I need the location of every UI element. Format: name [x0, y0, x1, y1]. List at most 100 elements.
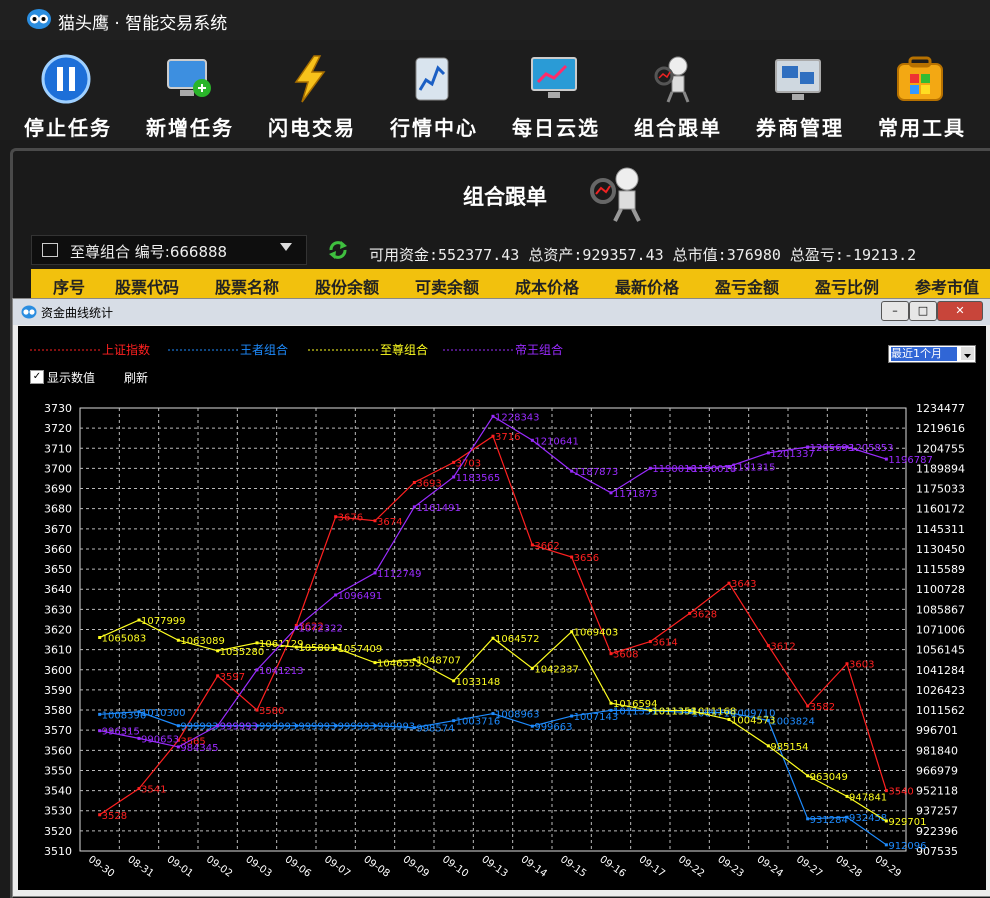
- show-values-checkbox[interactable]: ✓: [30, 370, 44, 384]
- y-left-tick-label: 3720: [44, 422, 72, 435]
- y-right-tick-label: 952118: [916, 785, 958, 798]
- chevron-down-icon: [961, 347, 974, 360]
- y-right-tick-label: 1160172: [916, 503, 965, 516]
- data-label: 912096: [888, 841, 926, 852]
- close-button[interactable]: ✕: [937, 301, 983, 321]
- add-monitor-icon: [167, 59, 211, 97]
- market-center-button[interactable]: 行情中心: [378, 50, 490, 140]
- column-header[interactable]: 盈亏金额: [715, 274, 779, 298]
- x-tick-label: 09-16: [597, 854, 627, 880]
- x-tick-label: 09-02: [204, 854, 234, 880]
- y-right-tick-label: 1175033: [916, 483, 965, 496]
- column-header[interactable]: 盈亏比例: [815, 274, 879, 298]
- x-tick-label: 09-06: [283, 854, 313, 880]
- maximize-button[interactable]: □: [909, 301, 937, 321]
- data-label: 932458: [849, 813, 887, 824]
- data-label: 3528: [102, 811, 127, 822]
- follow-figure-icon: [590, 167, 641, 222]
- data-label: 1064572: [495, 634, 540, 645]
- x-tick-label: 09-14: [519, 854, 549, 880]
- y-right-tick-label: 966979: [916, 764, 958, 777]
- y-right-tick-label: 1219616: [916, 422, 965, 435]
- stop-task-button[interactable]: 停止任务: [12, 50, 124, 140]
- column-header[interactable]: 序号: [53, 274, 85, 298]
- data-label: 999993: [338, 722, 376, 733]
- data-label: 3612: [770, 642, 795, 653]
- y-right-tick-label: 981840: [916, 744, 958, 757]
- column-header[interactable]: 股票名称: [215, 274, 279, 298]
- app-title: 猫头鹰 · 智能交易系统: [58, 14, 228, 34]
- add-task-button[interactable]: 新增任务: [134, 50, 246, 140]
- data-label: 1048707: [416, 656, 461, 667]
- data-label: 963049: [810, 772, 848, 783]
- data-label: 3643: [731, 579, 756, 590]
- data-label: 1196787: [888, 455, 933, 466]
- column-header[interactable]: 参考市值: [915, 274, 979, 298]
- data-label: 1183565: [456, 473, 501, 484]
- legend-label: 上证指数: [102, 342, 150, 357]
- y-left-tick-label: 3520: [44, 825, 72, 838]
- portfolio-select[interactable]: 至尊组合 编号:666888: [31, 235, 307, 265]
- equity-curve-chart: 3730 1234477 3720 1219616 3710 1204755 3700 118…: [30, 342, 965, 880]
- y-left-tick-label: 3680: [44, 503, 72, 516]
- column-header[interactable]: 最新价格: [615, 274, 679, 298]
- minimize-button[interactable]: –: [881, 301, 909, 321]
- data-label: 1190018: [652, 464, 697, 475]
- column-header[interactable]: 股票代码: [115, 274, 179, 298]
- y-left-tick-label: 3650: [44, 563, 72, 576]
- data-label: 3676: [338, 513, 363, 524]
- x-tick-label: 09-15: [558, 854, 588, 880]
- dialog-titlebar[interactable]: 资金曲线统计 – □ ✕: [13, 299, 990, 325]
- x-tick-label: 09-03: [243, 854, 273, 880]
- market-center-label: 行情中心: [390, 116, 478, 140]
- list-icon: [42, 243, 58, 257]
- column-header[interactable]: 可卖余额: [415, 274, 479, 298]
- x-tick-label: 09-13: [479, 854, 509, 880]
- data-label: 1096491: [338, 591, 383, 602]
- y-left-tick-label: 3590: [44, 684, 72, 697]
- flash-trade-button[interactable]: 闪电交易: [256, 50, 368, 140]
- broker-management-button[interactable]: 券商管理: [744, 50, 856, 140]
- column-header[interactable]: 股份余额: [315, 274, 379, 298]
- data-label: 1069403: [574, 628, 619, 639]
- x-tick-label: 09-08: [361, 854, 391, 880]
- y-left-tick-label: 3660: [44, 543, 72, 556]
- data-label: 1228343: [495, 412, 540, 423]
- column-header[interactable]: 成本价格: [515, 274, 579, 298]
- data-label: 1065083: [102, 634, 147, 645]
- y-right-tick-label: 1011562: [916, 704, 965, 717]
- data-label: 3608: [613, 650, 638, 661]
- y-left-tick-label: 3610: [44, 644, 72, 657]
- broker-screen-icon: [775, 59, 821, 100]
- daily-cloud-pick-button[interactable]: 每日云选: [500, 50, 612, 140]
- data-label: 1191315: [731, 462, 776, 473]
- portfolio-follow-label: 组合跟单: [634, 116, 722, 140]
- data-label: 1205693: [810, 443, 855, 454]
- y-right-tick-label: 1204755: [916, 442, 965, 455]
- x-tick-label: 09-22: [676, 854, 706, 880]
- series-line: [99, 435, 887, 816]
- data-label: 3674: [377, 517, 402, 528]
- data-label: 1010300: [141, 708, 186, 719]
- data-label: 3628: [692, 609, 717, 620]
- common-tools-button[interactable]: 常用工具: [866, 50, 978, 140]
- data-label: 1007143: [574, 712, 619, 723]
- owl-logo-icon: [21, 305, 37, 319]
- refresh-link[interactable]: 刷新: [124, 369, 148, 386]
- data-label: 1033148: [456, 677, 501, 688]
- data-label: 999993: [180, 722, 218, 733]
- data-label: 1077999: [141, 616, 186, 627]
- range-select[interactable]: 最近1个月: [888, 345, 976, 363]
- refresh-icon[interactable]: [327, 239, 349, 261]
- data-label: 931284: [810, 815, 848, 826]
- y-right-tick-label: 1115589: [916, 563, 965, 576]
- x-tick-label: 09-17: [637, 854, 667, 880]
- data-label: 1003716: [456, 717, 501, 728]
- data-label: 996315: [102, 727, 140, 738]
- portfolio-follow-button[interactable]: 组合跟单: [622, 50, 734, 140]
- data-label: 1072322: [298, 624, 343, 635]
- data-label: 3603: [849, 660, 874, 671]
- data-label: 984345: [180, 743, 218, 754]
- data-label: 999993: [298, 722, 336, 733]
- data-label: 1003824: [770, 717, 815, 728]
